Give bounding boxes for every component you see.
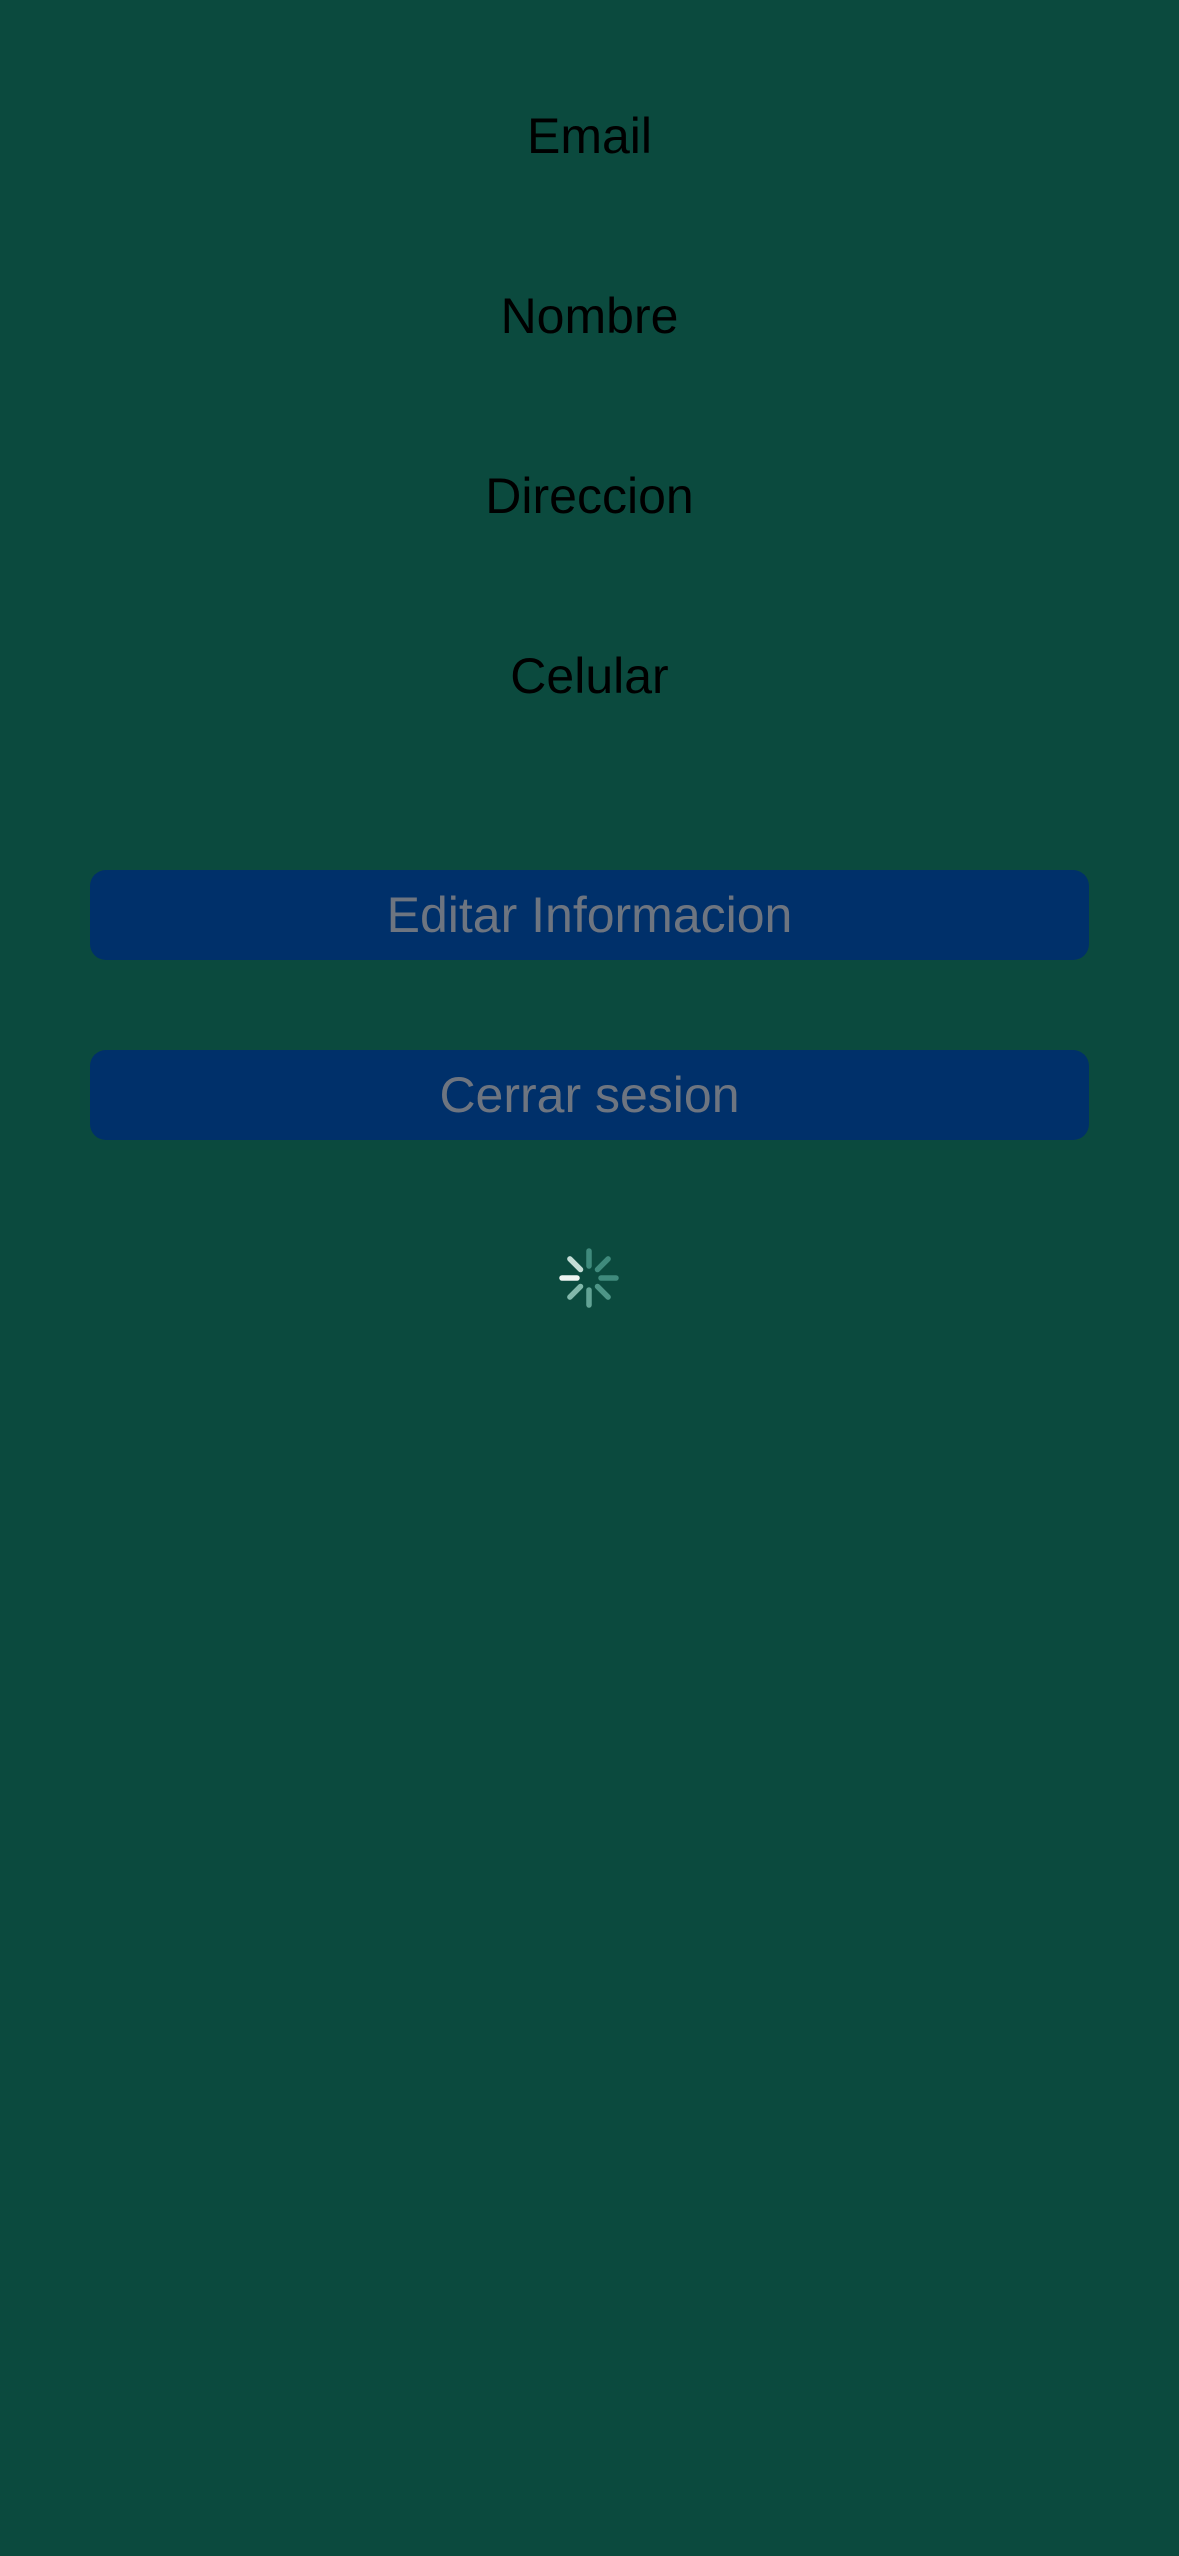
activity-spinner-icon (558, 1247, 620, 1309)
logout-button[interactable]: Cerrar sesion (90, 1050, 1089, 1140)
spinner-graphic (559, 1248, 619, 1308)
name-label: Nombre (500, 288, 679, 344)
phone-label: Celular (510, 648, 669, 704)
address-label: Direccion (485, 468, 694, 524)
email-label: Email (526, 108, 653, 164)
edit-info-button[interactable]: Editar Informacion (90, 870, 1089, 960)
